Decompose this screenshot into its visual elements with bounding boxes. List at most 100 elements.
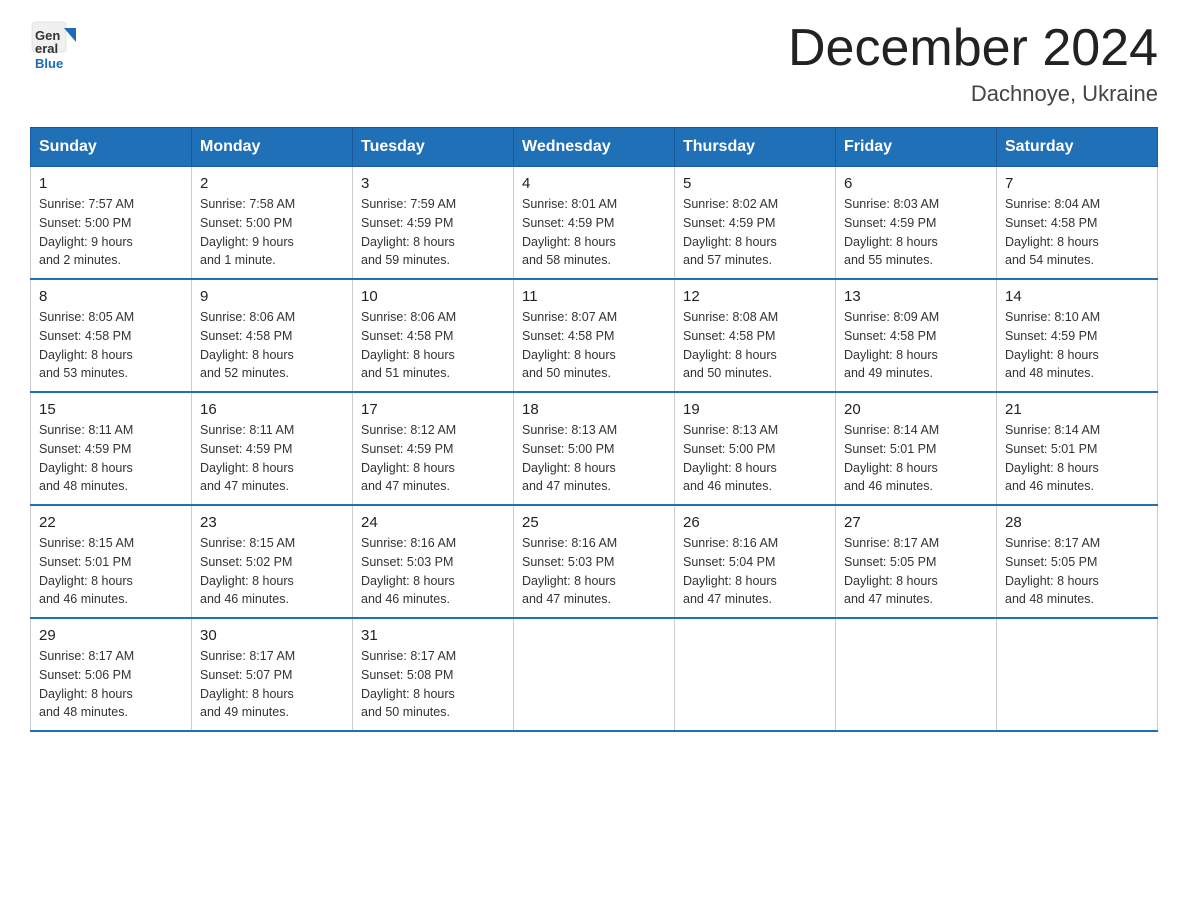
- day-number: 17: [361, 401, 505, 418]
- day-info: Sunrise: 8:16 AMSunset: 5:03 PMDaylight:…: [522, 534, 666, 609]
- day-info: Sunrise: 8:11 AMSunset: 4:59 PMDaylight:…: [39, 421, 183, 496]
- calendar-cell: 28Sunrise: 8:17 AMSunset: 5:05 PMDayligh…: [997, 505, 1158, 618]
- calendar-cell: 23 Sunrise: 8:15 AMSunset: 5:02 PMDayligh…: [192, 505, 353, 618]
- calendar-cell: 2 Sunrise: 7:58 AMSunset: 5:00 PMDaylight…: [192, 167, 353, 280]
- day-info: Sunrise: 8:01 AMSunset: 4:59 PMDaylight:…: [522, 195, 666, 270]
- day-number: 18: [522, 401, 666, 418]
- day-info: Sunrise: 7:57 AMSunset: 5:00 PMDaylight:…: [39, 195, 183, 270]
- col-friday: Friday: [836, 128, 997, 167]
- day-number: 1: [39, 175, 183, 192]
- day-number: 14: [1005, 288, 1149, 305]
- calendar-cell: 19 Sunrise: 8:13 AMSunset: 5:00 PMDayligh…: [675, 392, 836, 505]
- day-info: Sunrise: 8:10 AMSunset: 4:59 PMDaylight:…: [1005, 308, 1149, 383]
- calendar-cell: 12Sunrise: 8:08 AMSunset: 4:58 PMDayligh…: [675, 279, 836, 392]
- calendar-cell: 18Sunrise: 8:13 AMSunset: 5:00 PMDayligh…: [514, 392, 675, 505]
- day-number: 19: [683, 401, 827, 418]
- day-number: 3: [361, 175, 505, 192]
- day-info: Sunrise: 8:05 AMSunset: 4:58 PMDaylight:…: [39, 308, 183, 383]
- day-number: 6: [844, 175, 988, 192]
- calendar-cell: 15 Sunrise: 8:11 AMSunset: 4:59 PMDayligh…: [31, 392, 192, 505]
- day-info: Sunrise: 8:13 AMSunset: 5:00 PMDaylight:…: [683, 421, 827, 496]
- day-info: Sunrise: 8:11 AMSunset: 4:59 PMDaylight:…: [200, 421, 344, 496]
- day-info: Sunrise: 8:06 AMSunset: 4:58 PMDaylight:…: [200, 308, 344, 383]
- calendar-week-5: 29Sunrise: 8:17 AMSunset: 5:06 PMDayligh…: [31, 618, 1158, 731]
- day-info: Sunrise: 8:16 AMSunset: 5:04 PMDaylight:…: [683, 534, 827, 609]
- day-info: Sunrise: 7:58 AMSunset: 5:00 PMDaylight:…: [200, 195, 344, 270]
- col-thursday: Thursday: [675, 128, 836, 167]
- calendar-cell: 1 Sunrise: 7:57 AMSunset: 5:00 PMDaylight…: [31, 167, 192, 280]
- calendar-cell: [514, 618, 675, 731]
- col-sunday: Sunday: [31, 128, 192, 167]
- calendar-header: Sunday Monday Tuesday Wednesday Thursday…: [31, 128, 1158, 167]
- calendar-cell: 31Sunrise: 8:17 AMSunset: 5:08 PMDayligh…: [353, 618, 514, 731]
- day-number: 10: [361, 288, 505, 305]
- calendar-cell: [997, 618, 1158, 731]
- calendar-cell: 6 Sunrise: 8:03 AMSunset: 4:59 PMDaylight…: [836, 167, 997, 280]
- calendar-cell: 30 Sunrise: 8:17 AMSunset: 5:07 PMDayligh…: [192, 618, 353, 731]
- calendar-body: 1 Sunrise: 7:57 AMSunset: 5:00 PMDaylight…: [31, 167, 1158, 732]
- calendar-cell: 3 Sunrise: 7:59 AMSunset: 4:59 PMDaylight…: [353, 167, 514, 280]
- col-saturday: Saturday: [997, 128, 1158, 167]
- day-number: 29: [39, 627, 183, 644]
- calendar-cell: 25 Sunrise: 8:16 AMSunset: 5:03 PMDayligh…: [514, 505, 675, 618]
- svg-text:Blue: Blue: [35, 56, 63, 71]
- calendar-cell: [836, 618, 997, 731]
- svg-text:eral: eral: [35, 41, 58, 56]
- calendar-cell: 16Sunrise: 8:11 AMSunset: 4:59 PMDayligh…: [192, 392, 353, 505]
- day-info: Sunrise: 8:17 AMSunset: 5:05 PMDaylight:…: [1005, 534, 1149, 609]
- calendar-cell: 4 Sunrise: 8:01 AMSunset: 4:59 PMDaylight…: [514, 167, 675, 280]
- day-number: 27: [844, 514, 988, 531]
- calendar-cell: 13 Sunrise: 8:09 AMSunset: 4:58 PMDayligh…: [836, 279, 997, 392]
- calendar-table: Sunday Monday Tuesday Wednesday Thursday…: [30, 127, 1158, 732]
- day-info: Sunrise: 8:02 AMSunset: 4:59 PMDaylight:…: [683, 195, 827, 270]
- calendar-week-1: 1 Sunrise: 7:57 AMSunset: 5:00 PMDaylight…: [31, 167, 1158, 280]
- day-info: Sunrise: 8:15 AMSunset: 5:01 PMDaylight:…: [39, 534, 183, 609]
- day-info: Sunrise: 8:17 AMSunset: 5:05 PMDaylight:…: [844, 534, 988, 609]
- calendar-cell: 26Sunrise: 8:16 AMSunset: 5:04 PMDayligh…: [675, 505, 836, 618]
- day-number: 9: [200, 288, 344, 305]
- day-info: Sunrise: 8:17 AMSunset: 5:08 PMDaylight:…: [361, 647, 505, 722]
- day-info: Sunrise: 8:03 AMSunset: 4:59 PMDaylight:…: [844, 195, 988, 270]
- day-info: Sunrise: 8:16 AMSunset: 5:03 PMDaylight:…: [361, 534, 505, 609]
- day-info: Sunrise: 7:59 AMSunset: 4:59 PMDaylight:…: [361, 195, 505, 270]
- calendar-cell: 5 Sunrise: 8:02 AMSunset: 4:59 PMDaylight…: [675, 167, 836, 280]
- day-number: 2: [200, 175, 344, 192]
- calendar-cell: 11Sunrise: 8:07 AMSunset: 4:58 PMDayligh…: [514, 279, 675, 392]
- day-info: Sunrise: 8:06 AMSunset: 4:58 PMDaylight:…: [361, 308, 505, 383]
- calendar-cell: 9 Sunrise: 8:06 AMSunset: 4:58 PMDaylight…: [192, 279, 353, 392]
- day-number: 8: [39, 288, 183, 305]
- day-info: Sunrise: 8:09 AMSunset: 4:58 PMDaylight:…: [844, 308, 988, 383]
- title-block: December 2024 Dachnoye, Ukraine: [788, 20, 1158, 107]
- day-info: Sunrise: 8:04 AMSunset: 4:58 PMDaylight:…: [1005, 195, 1149, 270]
- day-info: Sunrise: 8:12 AMSunset: 4:59 PMDaylight:…: [361, 421, 505, 496]
- calendar-cell: 8 Sunrise: 8:05 AMSunset: 4:58 PMDaylight…: [31, 279, 192, 392]
- day-number: 25: [522, 514, 666, 531]
- day-info: Sunrise: 8:14 AMSunset: 5:01 PMDaylight:…: [1005, 421, 1149, 496]
- calendar-cell: 29Sunrise: 8:17 AMSunset: 5:06 PMDayligh…: [31, 618, 192, 731]
- logo-icon: Gen eral Blue: [30, 20, 82, 72]
- day-number: 30: [200, 627, 344, 644]
- calendar-cell: 24Sunrise: 8:16 AMSunset: 5:03 PMDayligh…: [353, 505, 514, 618]
- day-number: 13: [844, 288, 988, 305]
- location: Dachnoye, Ukraine: [788, 81, 1158, 107]
- day-number: 20: [844, 401, 988, 418]
- day-number: 7: [1005, 175, 1149, 192]
- day-number: 21: [1005, 401, 1149, 418]
- day-info: Sunrise: 8:15 AMSunset: 5:02 PMDaylight:…: [200, 534, 344, 609]
- day-number: 23: [200, 514, 344, 531]
- calendar-cell: 14 Sunrise: 8:10 AMSunset: 4:59 PMDayligh…: [997, 279, 1158, 392]
- day-number: 15: [39, 401, 183, 418]
- day-info: Sunrise: 8:17 AMSunset: 5:07 PMDaylight:…: [200, 647, 344, 722]
- col-tuesday: Tuesday: [353, 128, 514, 167]
- day-info: Sunrise: 8:08 AMSunset: 4:58 PMDaylight:…: [683, 308, 827, 383]
- day-number: 4: [522, 175, 666, 192]
- day-number: 5: [683, 175, 827, 192]
- calendar-cell: 10 Sunrise: 8:06 AMSunset: 4:58 PMDayligh…: [353, 279, 514, 392]
- day-info: Sunrise: 8:14 AMSunset: 5:01 PMDaylight:…: [844, 421, 988, 496]
- header-row: Sunday Monday Tuesday Wednesday Thursday…: [31, 128, 1158, 167]
- month-title: December 2024: [788, 20, 1158, 77]
- calendar-cell: 22Sunrise: 8:15 AMSunset: 5:01 PMDayligh…: [31, 505, 192, 618]
- calendar-week-4: 22Sunrise: 8:15 AMSunset: 5:01 PMDayligh…: [31, 505, 1158, 618]
- calendar-cell: 21 Sunrise: 8:14 AMSunset: 5:01 PMDayligh…: [997, 392, 1158, 505]
- col-wednesday: Wednesday: [514, 128, 675, 167]
